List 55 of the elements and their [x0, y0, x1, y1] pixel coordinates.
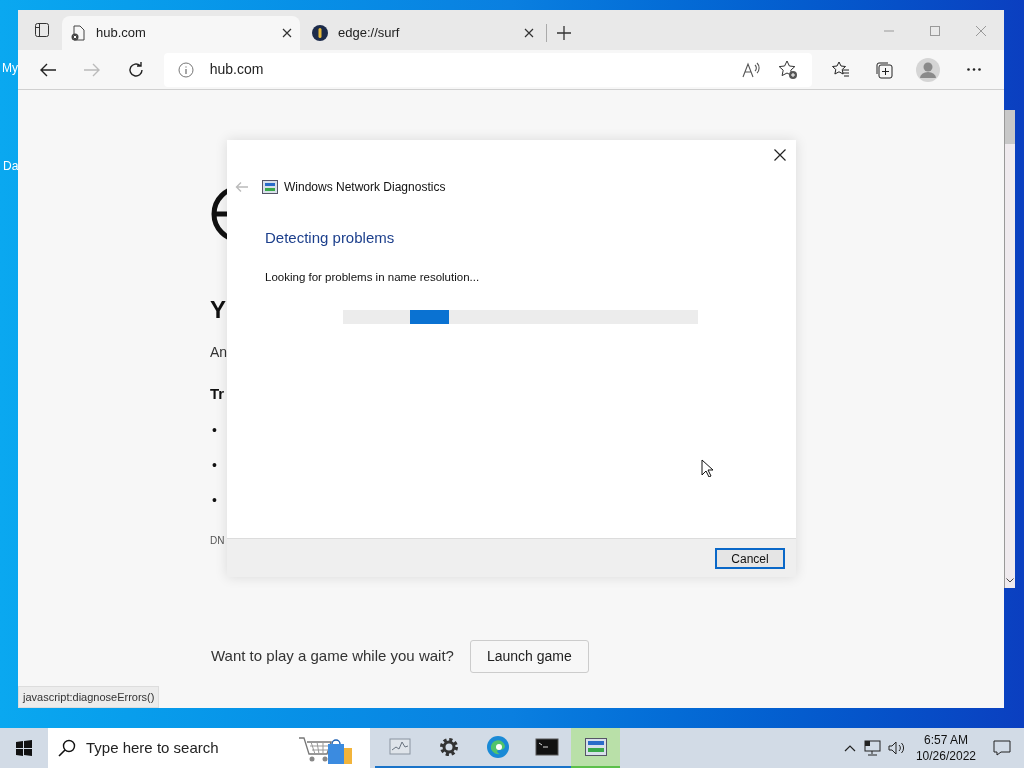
error-code: DN: [210, 533, 225, 548]
bullet: •: [212, 490, 217, 510]
read-aloud-icon[interactable]: [742, 61, 761, 78]
search-icon: [58, 739, 76, 757]
clock-time: 6:57 AM: [923, 732, 968, 748]
add-favorite-icon[interactable]: [778, 59, 799, 80]
browser-tab[interactable]: edge://surf: [304, 16, 542, 50]
launch-game-button[interactable]: Launch game: [469, 640, 589, 673]
page-error-icon: [70, 25, 86, 41]
collections-icon: [875, 60, 894, 79]
search-box[interactable]: Type here to search: [48, 728, 370, 768]
dialog-title: Windows Network Diagnostics: [284, 179, 446, 196]
maximize-icon: [930, 26, 940, 36]
game-prompt: Want to play a game while you wait?: [211, 646, 454, 667]
tab-title: edge://surf: [338, 24, 401, 43]
search-field[interactable]: Type here to search: [86, 736, 288, 760]
scrollbar[interactable]: [1004, 110, 1015, 588]
favorites-list-icon: [831, 60, 850, 79]
info-icon: [177, 61, 194, 78]
chevron-down-icon[interactable]: [1006, 578, 1014, 583]
desktop-icon-label: Da: [3, 158, 19, 175]
page-heading: Y: [210, 295, 226, 325]
bullet: •: [212, 455, 217, 475]
dialog-heading: Detecting problems: [265, 228, 396, 248]
mouse-cursor-icon: [701, 459, 713, 477]
terminal-icon: [534, 735, 559, 759]
bullet: •: [212, 420, 217, 440]
network-diagnostics-icon: [262, 180, 278, 194]
desktop-icon-label: My: [2, 60, 18, 77]
refresh-icon: [126, 60, 145, 79]
browser-tab[interactable]: hub.com: [62, 16, 300, 50]
tab-actions-icon: [34, 22, 50, 38]
page-paragraph: An: [210, 343, 228, 362]
plus-icon: [557, 26, 571, 40]
volume-icon[interactable]: [887, 740, 906, 756]
clock-date: 10/26/2022: [915, 748, 976, 764]
chevron-up-icon[interactable]: [843, 744, 856, 752]
close-icon[interactable]: [282, 28, 292, 38]
close-icon[interactable]: [524, 28, 534, 38]
address-bar[interactable]: hub.com: [163, 52, 813, 87]
address-text: hub.com: [209, 60, 265, 79]
network-icon[interactable]: [863, 740, 882, 756]
close-icon[interactable]: [774, 149, 786, 161]
notification-icon: [993, 740, 1011, 756]
avatar-icon: [916, 57, 941, 82]
network-diagnostics-icon: [583, 735, 608, 759]
cancel-button[interactable]: Cancel: [715, 547, 785, 569]
tab-title: hub.com: [96, 24, 147, 43]
edge-browser-icon: [485, 735, 510, 759]
page-subheading: Tr: [210, 384, 225, 404]
windows-logo-icon: [16, 740, 32, 756]
more-icon: [967, 68, 982, 71]
status-message: Looking for problems in name resolution...: [265, 269, 481, 285]
close-icon: [976, 26, 986, 36]
surf-icon: [312, 25, 328, 41]
